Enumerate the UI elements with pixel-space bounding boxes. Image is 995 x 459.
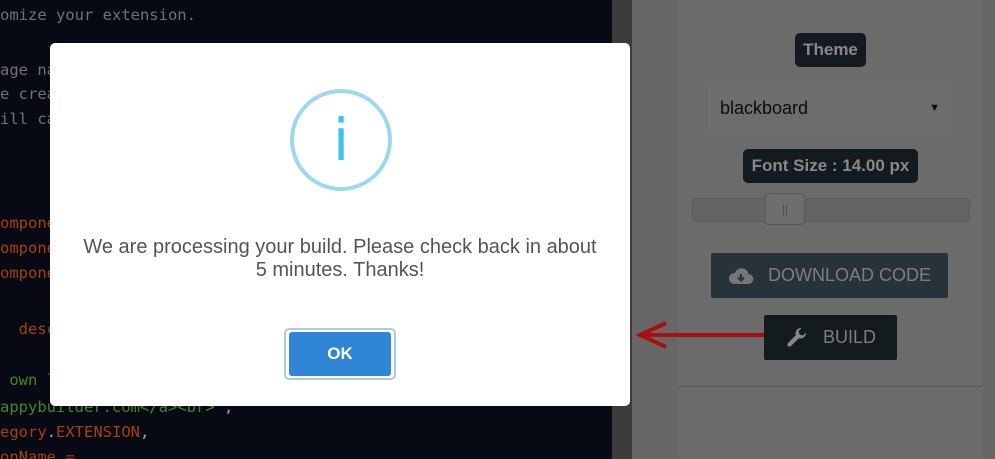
ok-button[interactable]: OK	[289, 332, 391, 376]
info-icon: i	[290, 89, 392, 191]
info-icon-glyph: i	[332, 106, 350, 174]
info-dialog: i We are processing your build. Please c…	[50, 43, 630, 406]
dialog-message-line-1: We are processing your build. Please che…	[83, 236, 597, 258]
dialog-message: We are processing your build. Please che…	[50, 236, 630, 282]
dialog-message-line-2: 5 minutes. Thanks!	[255, 259, 425, 281]
ok-button-focus-ring: OK	[284, 328, 396, 380]
